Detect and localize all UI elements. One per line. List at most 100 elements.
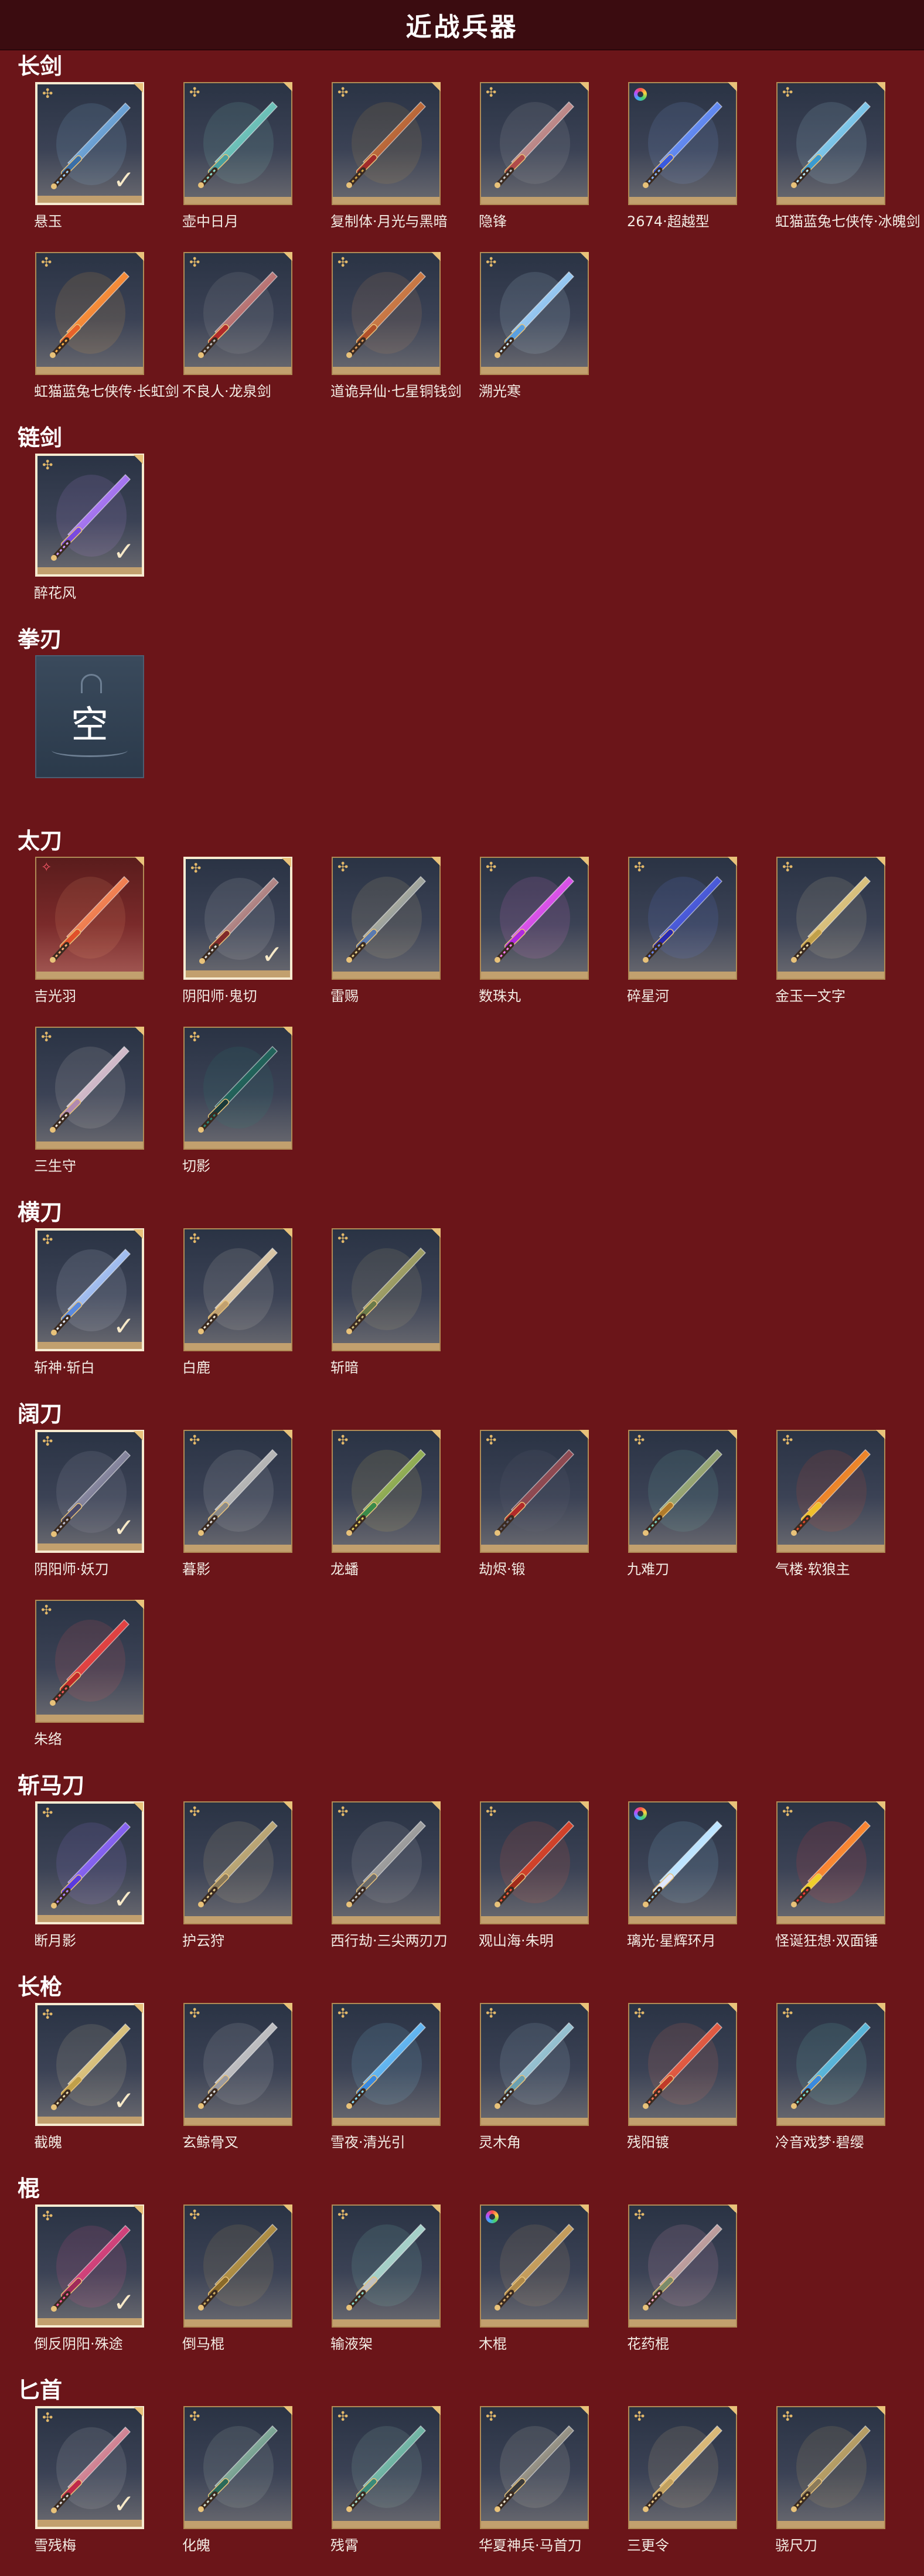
weapon-item[interactable]: ✣ 碎星河 — [627, 857, 775, 1027]
weapon-card[interactable]: ✣ — [480, 1430, 589, 1553]
weapon-card[interactable]: ✣ — [183, 2204, 292, 2328]
weapon-card[interactable]: ✣ — [480, 2003, 589, 2126]
weapon-item[interactable]: ✣ 虹猫蓝兔七侠传·长虹剑 — [34, 252, 182, 422]
weapon-item[interactable]: ✣ 龙蟠 — [330, 1430, 479, 1600]
weapon-card[interactable]: ✣ ✓ — [35, 82, 144, 205]
weapon-card[interactable]: ✣ — [628, 2003, 737, 2126]
weapon-card[interactable]: ✣ — [776, 82, 885, 205]
weapon-card[interactable]: ✣ — [35, 1027, 144, 1150]
weapon-card[interactable]: ✣ — [183, 1801, 292, 1924]
weapon-card[interactable]: ✣ — [776, 1430, 885, 1553]
weapon-card[interactable]: ✣ — [183, 82, 292, 205]
weapon-card[interactable]: ✣ — [332, 2204, 441, 2328]
weapon-item[interactable]: ✧ 吉光羽 — [34, 857, 182, 1027]
weapon-item[interactable]: ✣ 残霄 — [330, 2406, 479, 2576]
weapon-card[interactable]: ✣ — [183, 1027, 292, 1150]
weapon-card[interactable]: ✣ — [480, 2406, 589, 2529]
weapon-item[interactable]: ✣ 隐锋 — [479, 82, 627, 252]
weapon-item[interactable]: ✣ 倒马棍 — [182, 2204, 330, 2374]
weapon-card[interactable]: ✣ — [628, 857, 737, 980]
weapon-card[interactable]: ✣ — [628, 1430, 737, 1553]
weapon-item[interactable]: ✣ 怪诞狂想·双面锤 — [775, 1801, 923, 1971]
weapon-card[interactable]: ✣ — [776, 1801, 885, 1924]
weapon-card[interactable]: ✣ ✓ — [35, 1801, 144, 1924]
weapon-item[interactable]: ✣ 虹猫蓝兔七侠传·冰魄剑 — [775, 82, 923, 252]
weapon-item[interactable]: ✣ 朱络 — [34, 1600, 182, 1770]
weapon-card[interactable]: ✣ — [776, 2406, 885, 2529]
weapon-item[interactable]: ✣ 劫烬·锻 — [479, 1430, 627, 1600]
weapon-item[interactable]: ✣ 切影 — [182, 1027, 330, 1197]
weapon-card[interactable]: ✣ ✓ — [35, 2003, 144, 2126]
weapon-item[interactable]: ✣ ✓ 倒反阴阳·殊途 — [34, 2204, 182, 2374]
weapon-item[interactable]: ✣ ✓ 阴阳师·鬼切 — [182, 857, 330, 1027]
weapon-card[interactable]: ✣ — [628, 2204, 737, 2328]
weapon-item[interactable]: ✣ 华夏神兵·马首刀 — [479, 2406, 627, 2576]
weapon-item[interactable]: ✣ ✓ 雪残梅 — [34, 2406, 182, 2576]
weapon-card[interactable]: ✣ ✓ — [35, 454, 144, 577]
weapon-item[interactable]: ✣ 残阳镀 — [627, 2003, 775, 2173]
weapon-card[interactable]: ✣ — [35, 252, 144, 375]
weapon-card[interactable]: ✣ — [183, 2003, 292, 2126]
weapon-card[interactable]: ✣ — [183, 1228, 292, 1351]
weapon-item[interactable]: ✣ ✓ 斩神·斩白 — [34, 1228, 182, 1398]
weapon-card[interactable]: ✣ — [332, 252, 441, 375]
empty-slot[interactable]: 空 — [34, 655, 182, 825]
weapon-item[interactable]: ✣ ✓ 悬玉 — [34, 82, 182, 252]
weapon-item[interactable]: ✣ 暮影 — [182, 1430, 330, 1600]
weapon-card[interactable]: ✣ — [480, 1801, 589, 1924]
weapon-card[interactable] — [628, 82, 737, 205]
weapon-item[interactable]: ✣ 三生守 — [34, 1027, 182, 1197]
weapon-item[interactable]: ✣ ✓ 醉花风 — [34, 454, 182, 623]
weapon-card[interactable]: ✣ ✓ — [35, 1430, 144, 1553]
weapon-card[interactable]: ✣ — [628, 2406, 737, 2529]
weapon-item[interactable]: ✣ 金玉一文字 — [775, 857, 923, 1027]
weapon-card[interactable]: ✣ — [332, 2406, 441, 2529]
weapon-item[interactable]: ✣ 复制体·月光与黑暗 — [330, 82, 479, 252]
weapon-card[interactable]: ✣ ✓ — [35, 2406, 144, 2529]
weapon-item[interactable]: ✣ 白鹿 — [182, 1228, 330, 1398]
weapon-item[interactable]: ✣ 气楼·软狼主 — [775, 1430, 923, 1600]
weapon-card[interactable]: ✧ — [35, 857, 144, 980]
weapon-card[interactable]: ✣ — [332, 2003, 441, 2126]
weapon-card[interactable]: ✣ — [183, 1430, 292, 1553]
weapon-card[interactable]: ✣ — [183, 252, 292, 375]
weapon-item[interactable]: ✣ ✓ 截魄 — [34, 2003, 182, 2173]
weapon-card[interactable]: ✣ ✓ — [183, 857, 292, 980]
weapon-card[interactable]: ✣ — [332, 82, 441, 205]
weapon-card[interactable]: ✣ — [332, 1801, 441, 1924]
weapon-item[interactable]: ✣ 数珠丸 — [479, 857, 627, 1027]
weapon-item[interactable]: ✣ 护云狩 — [182, 1801, 330, 1971]
weapon-item[interactable]: ✣ 骁尺刀 — [775, 2406, 923, 2576]
weapon-item[interactable]: ✣ 花药棍 — [627, 2204, 775, 2374]
weapon-item[interactable]: ✣ 雪夜·清光引 — [330, 2003, 479, 2173]
weapon-item[interactable]: ✣ 斩暗 — [330, 1228, 479, 1398]
empty-slot-card[interactable]: 空 — [35, 655, 144, 778]
weapon-card[interactable]: ✣ — [35, 1600, 144, 1723]
weapon-item[interactable]: ✣ ✓ 阴阳师·妖刀 — [34, 1430, 182, 1600]
weapon-item[interactable]: 2674·超越型 — [627, 82, 775, 252]
weapon-item[interactable]: ✣ 玄鲸骨叉 — [182, 2003, 330, 2173]
weapon-item[interactable]: ✣ 冷音戏梦·碧缨 — [775, 2003, 923, 2173]
weapon-item[interactable]: ✣ 观山海·朱明 — [479, 1801, 627, 1971]
weapon-card[interactable]: ✣ — [776, 857, 885, 980]
weapon-card[interactable]: ✣ — [183, 2406, 292, 2529]
weapon-item[interactable]: ✣ 输液架 — [330, 2204, 479, 2374]
weapon-card[interactable]: ✣ — [332, 1430, 441, 1553]
weapon-item[interactable]: ✣ ✓ 断月影 — [34, 1801, 182, 1971]
weapon-item[interactable]: ✣ 化魄 — [182, 2406, 330, 2576]
weapon-card[interactable]: ✣ ✓ — [35, 2204, 144, 2328]
weapon-card[interactable] — [480, 2204, 589, 2328]
weapon-item[interactable]: ✣ 灵木角 — [479, 2003, 627, 2173]
weapon-card[interactable]: ✣ — [332, 857, 441, 980]
weapon-card[interactable] — [628, 1801, 737, 1924]
weapon-card[interactable]: ✣ — [776, 2003, 885, 2126]
weapon-item[interactable]: ✣ 雷赐 — [330, 857, 479, 1027]
weapon-card[interactable]: ✣ — [480, 252, 589, 375]
weapon-item[interactable]: ✣ 道诡异仙·七星铜钱剑 — [330, 252, 479, 422]
weapon-item[interactable]: ✣ 溯光寒 — [479, 252, 627, 422]
weapon-card[interactable]: ✣ — [480, 857, 589, 980]
weapon-item[interactable]: ✣ 三更令 — [627, 2406, 775, 2576]
weapon-item[interactable]: 木棍 — [479, 2204, 627, 2374]
weapon-card[interactable]: ✣ ✓ — [35, 1228, 144, 1351]
weapon-card[interactable]: ✣ — [480, 82, 589, 205]
